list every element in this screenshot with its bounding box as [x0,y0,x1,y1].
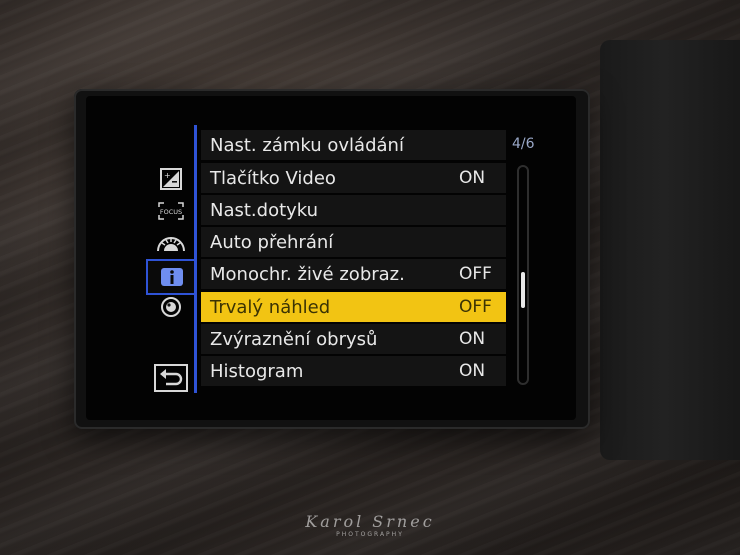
exposure-compensation-icon[interactable]: + [148,164,194,194]
menu-item-label: Tlačítko Video [210,167,336,189]
camera-body [600,40,740,460]
watermark-signature: Karol Srnec [305,512,435,531]
watermark-subtitle: PHOTOGRAPHY [336,531,404,538]
watermark: Karol Srnec PHOTOGRAPHY [285,512,455,538]
menu-item-value: ON [459,168,486,188]
menu-item-value: OFF [459,264,492,284]
menu-tab-column: + FOCUS [146,160,196,394]
menu-item-label: Nast. zámku ovládání [210,134,404,156]
page-indicator: 4/6 [512,136,535,152]
custom-settings-icon[interactable] [148,228,194,258]
menu-item-value: ON [459,329,486,349]
info-icon[interactable] [146,259,196,295]
menu-item-auto-review[interactable]: Auto přehrání [201,227,506,257]
svg-text:+: + [164,171,171,180]
menu-item-label: Zvýraznění obrysů [210,328,378,350]
menu-item-value: OFF [459,297,492,317]
menu-item-label: Histogram [210,360,304,382]
svg-text:FOCUS: FOCUS [160,208,182,216]
menu-item-peaking[interactable]: Zvýraznění obrysů ON [201,324,506,354]
menu-item-label: Monochr. živé zobraz. [210,263,405,285]
menu-item-histogram[interactable]: Histogram ON [201,356,506,386]
menu-item-label: Trvalý náhled [210,296,331,318]
menu-item-label: Nast.dotyku [210,199,319,221]
menu-item-touch-settings[interactable]: Nast.dotyku [201,195,506,225]
menu-item-video-button[interactable]: Tlačítko Video ON [201,163,506,193]
menu-item-label: Auto přehrání [210,231,334,253]
tab-divider [194,125,197,393]
focus-icon[interactable]: FOCUS [148,196,194,226]
scrollbar-thumb[interactable] [521,272,525,308]
menu-item-constant-preview[interactable]: Trvalý náhled OFF [201,292,506,322]
menu-item-lock-controls[interactable]: Nast. zámku ovládání [201,130,506,160]
return-icon[interactable] [148,363,194,393]
menu-item-monochrome-live-view[interactable]: Monochr. živé zobraz. OFF [201,259,506,289]
lens-icon[interactable] [148,292,194,322]
menu-item-value: ON [459,361,486,381]
